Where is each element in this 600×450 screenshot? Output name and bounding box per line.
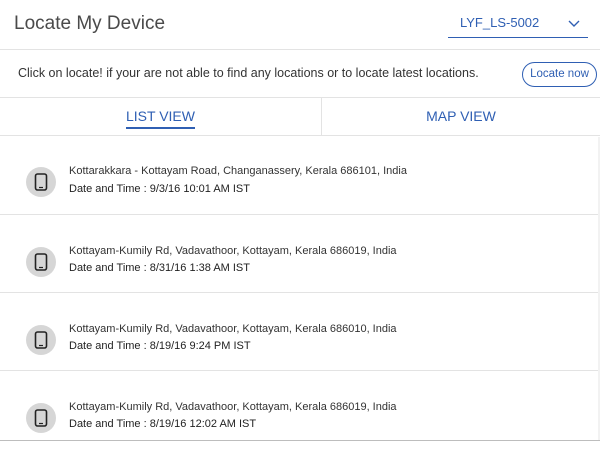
device-dropdown-value: LYF_LS-5002 [460, 15, 540, 30]
location-datetime: Date and Time : 8/19/16 9:24 PM IST [69, 340, 251, 352]
tab-map-view-label: MAP VIEW [426, 108, 496, 124]
phone-icon [26, 403, 56, 433]
location-datetime: Date and Time : 8/31/16 1:38 AM IST [69, 262, 250, 274]
locate-now-button[interactable]: Locate now [522, 62, 597, 87]
location-item[interactable]: Kottayam-Kumily Rd, Vadavathoor, Kottaya… [0, 371, 600, 440]
locate-instructions: Click on locate! if your are not able to… [18, 66, 479, 80]
tab-map-view[interactable]: MAP VIEW [321, 98, 600, 136]
location-address: Kottayam-Kumily Rd, Vadavathoor, Kottaya… [69, 401, 397, 413]
phone-icon [26, 167, 56, 197]
device-dropdown[interactable]: LYF_LS-5002 [448, 10, 588, 38]
location-list: Kottarakkara - Kottayam Road, Changanass… [0, 137, 600, 440]
location-item[interactable]: Kottarakkara - Kottayam Road, Changanass… [0, 137, 600, 215]
info-bar: Click on locate! if your are not able to… [0, 50, 600, 98]
chevron-down-icon [568, 20, 580, 27]
phone-icon [26, 247, 56, 277]
location-datetime: Date and Time : 9/3/16 10:01 AM IST [69, 183, 250, 195]
phone-icon [26, 325, 56, 355]
page-title: Locate My Device [14, 13, 166, 34]
location-address: Kottayam-Kumily Rd, Vadavathoor, Kottaya… [69, 323, 397, 335]
location-item[interactable]: Kottayam-Kumily Rd, Vadavathoor, Kottaya… [0, 293, 600, 371]
header: Locate My Device LYF_LS-5002 [0, 0, 600, 50]
view-tabs: LIST VIEW MAP VIEW [0, 98, 600, 136]
location-item[interactable]: Kottayam-Kumily Rd, Vadavathoor, Kottaya… [0, 215, 600, 293]
locate-device-panel: Locate My Device LYF_LS-5002 Click on lo… [0, 0, 600, 441]
location-address: Kottarakkara - Kottayam Road, Changanass… [69, 165, 407, 177]
tab-list-view-label: LIST VIEW [126, 108, 195, 129]
location-address: Kottayam-Kumily Rd, Vadavathoor, Kottaya… [69, 245, 397, 257]
tab-list-view[interactable]: LIST VIEW [0, 98, 321, 136]
location-datetime: Date and Time : 8/19/16 12:02 AM IST [69, 418, 257, 430]
